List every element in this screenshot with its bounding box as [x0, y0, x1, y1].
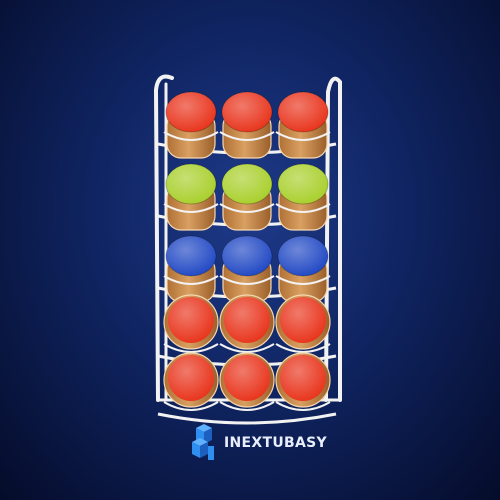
blue-cubes-logo-icon: [192, 424, 214, 460]
jar: [275, 294, 331, 353]
jar: [275, 91, 331, 159]
jar: [275, 235, 331, 303]
jar: [163, 163, 219, 231]
jar: [163, 294, 219, 353]
jar-rows: [157, 91, 337, 425]
jar-row: [157, 235, 337, 303]
jar-row: [157, 352, 337, 425]
jar-row: [157, 163, 337, 231]
jar: [219, 91, 275, 159]
jar: [275, 163, 331, 231]
brand-mark: INEXTUBASY: [190, 422, 327, 464]
jar: [163, 235, 219, 303]
jar: [219, 163, 275, 231]
jar-row: [157, 91, 337, 159]
product-scene: INEXTUBASY: [0, 0, 500, 500]
jar: [163, 91, 219, 159]
brand-name: INEXTUBASY: [224, 435, 327, 451]
jar: [219, 235, 275, 303]
jar: [219, 294, 275, 353]
